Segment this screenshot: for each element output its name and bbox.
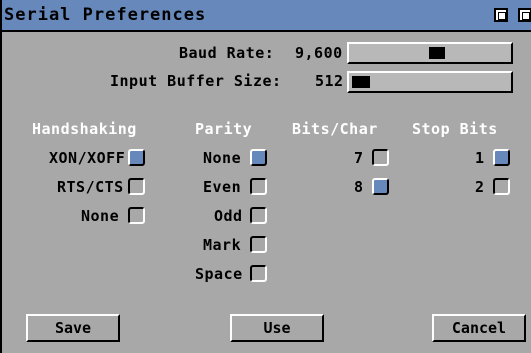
title-bar[interactable]: Serial Preferences: [2, 0, 531, 32]
bits-per-char-option-radio[interactable]: [372, 149, 389, 166]
parity-option-label: Odd: [214, 207, 243, 225]
bits-per-char-option-label: 7: [354, 149, 364, 167]
parity-option-label: Mark: [203, 236, 242, 254]
handshaking-option-label: RTS/CTS: [57, 178, 124, 196]
stop-bits-option-label: 2: [475, 178, 485, 196]
serial-preferences-window: Serial Preferences Baud Rate: 9,600 Inpu…: [0, 0, 531, 353]
stop-bits-option-radio[interactable]: [493, 178, 510, 195]
handshaking-option-label: XON/XOFF: [49, 149, 126, 167]
parity-option-radio[interactable]: [250, 207, 267, 224]
stop-bits-option-label: 1: [475, 149, 485, 167]
parity-option-label: None: [203, 149, 242, 167]
input-buffer-label: Input Buffer Size:: [110, 72, 282, 90]
baud-rate-value: 9,600: [295, 44, 343, 62]
parity-option-radio[interactable]: [250, 178, 267, 195]
handshaking-option-radio[interactable]: [128, 207, 145, 224]
stop-bits-option-radio[interactable]: [493, 149, 510, 166]
parity-option-label: Space: [195, 265, 243, 283]
parity-header: Parity: [195, 120, 253, 138]
handshaking-option-radio[interactable]: [128, 149, 145, 166]
input-buffer-slider-knob[interactable]: [352, 76, 370, 88]
input-buffer-slider[interactable]: [347, 71, 513, 93]
parity-option-radio[interactable]: [250, 265, 267, 282]
baud-rate-slider[interactable]: [347, 42, 513, 64]
parity-option-radio[interactable]: [250, 236, 267, 253]
parity-option-label: Even: [203, 178, 242, 196]
save-button[interactable]: Save: [26, 314, 120, 342]
cancel-button[interactable]: Cancel: [432, 314, 526, 342]
zoom-icon[interactable]: [494, 8, 508, 22]
bits-per-char-header: Bits/Char: [292, 120, 378, 138]
bits-per-char-option-radio[interactable]: [372, 178, 389, 195]
stop-bits-header: Stop Bits: [412, 120, 498, 138]
baud-rate-slider-knob[interactable]: [429, 47, 445, 59]
input-buffer-value: 512: [315, 72, 344, 90]
window-title: Serial Preferences: [4, 5, 207, 25]
parity-option-radio[interactable]: [250, 149, 267, 166]
handshaking-option-radio[interactable]: [128, 178, 145, 195]
bits-per-char-option-label: 8: [354, 178, 364, 196]
depth-icon[interactable]: [518, 8, 531, 22]
handshaking-header: Handshaking: [32, 120, 137, 138]
handshaking-option-label: None: [81, 207, 120, 225]
baud-rate-label: Baud Rate:: [179, 44, 275, 62]
use-button[interactable]: Use: [230, 314, 324, 342]
